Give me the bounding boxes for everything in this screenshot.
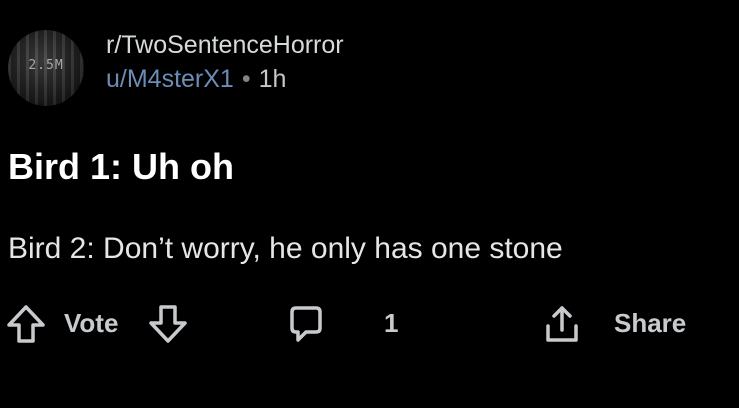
post-title[interactable]: Bird 1: Uh oh: [8, 146, 234, 188]
username-link[interactable]: u/M4sterX1: [106, 65, 234, 93]
author-line: u/M4sterX1 • 1h: [106, 62, 344, 96]
post-body: Bird 2: Don’t worry, he only has one sto…: [8, 232, 563, 265]
share-upload-icon: [540, 302, 584, 346]
action-bar: Vote 1 Share: [0, 296, 739, 356]
arrow-up-outline-icon: [4, 302, 48, 346]
downvote-button[interactable]: [146, 302, 190, 346]
share-button[interactable]: [540, 302, 584, 346]
comment-button[interactable]: [284, 302, 328, 346]
post-card[interactable]: 2.5M r/TwoSentenceHorror u/M4sterX1 • 1h B…: [0, 0, 739, 408]
arrow-down-outline-icon: [146, 302, 190, 346]
subreddit-avatar[interactable]: 2.5M: [8, 30, 84, 106]
upvote-button[interactable]: [4, 302, 48, 346]
post-age: 1h: [258, 65, 287, 93]
comment-count: 1: [384, 308, 399, 338]
subreddit-link[interactable]: r/TwoSentenceHorror: [106, 28, 344, 62]
post-meta: r/TwoSentenceHorror u/M4sterX1 • 1h: [106, 28, 344, 96]
avatar-text: 2.5M: [28, 58, 64, 73]
speech-bubble-icon: [284, 302, 328, 346]
meta-separator: •: [241, 65, 251, 93]
share-label: Share: [614, 308, 687, 338]
vote-label: Vote: [64, 308, 119, 338]
